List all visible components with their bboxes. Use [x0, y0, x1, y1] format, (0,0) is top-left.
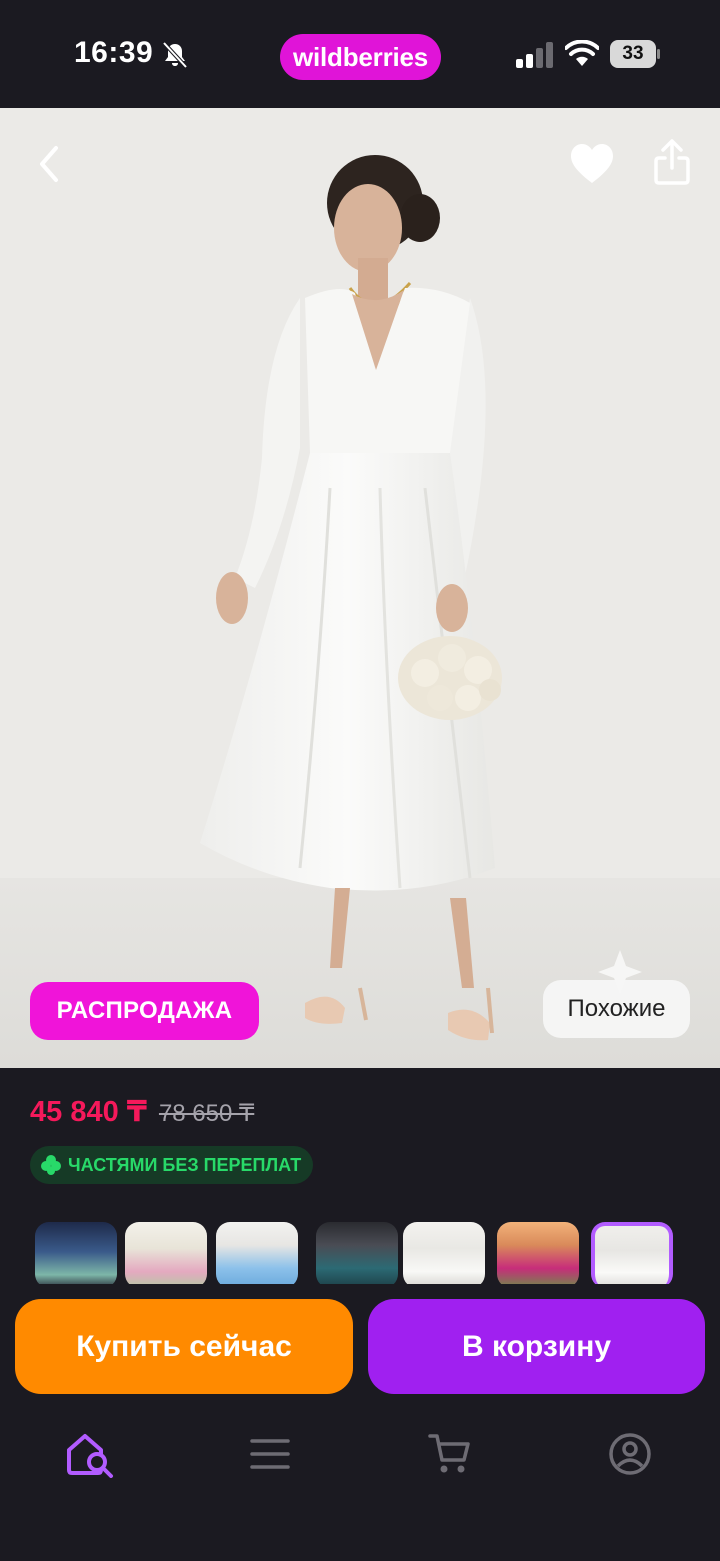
- thumbnail[interactable]: [35, 1222, 117, 1284]
- nav-catalog[interactable]: [240, 1428, 300, 1480]
- bell-slash-icon: [162, 41, 188, 69]
- nav-profile[interactable]: [600, 1428, 660, 1480]
- sale-badge: РАСПРОДАЖА: [30, 982, 259, 1040]
- status-bar: 16:39 wildberries 33: [0, 0, 720, 108]
- current-price: 45 840 ₸: [30, 1096, 147, 1128]
- thumbnail[interactable]: [497, 1222, 579, 1284]
- nav-cart[interactable]: [420, 1428, 480, 1480]
- signal-icon: [516, 42, 553, 68]
- share-button[interactable]: [650, 136, 694, 188]
- battery-icon: 33: [610, 40, 660, 68]
- back-chevron-icon: [40, 146, 58, 182]
- add-to-cart-button[interactable]: В корзину: [368, 1299, 705, 1394]
- thumbnail[interactable]: [216, 1222, 298, 1284]
- profile-icon: [609, 1433, 651, 1475]
- buy-now-button[interactable]: Купить сейчас: [15, 1299, 353, 1394]
- heart-icon: [571, 144, 613, 183]
- thumbnail-active[interactable]: [591, 1222, 673, 1284]
- brand-logo: wildberries: [280, 34, 441, 80]
- thumbnail[interactable]: [316, 1222, 398, 1284]
- share-icon: [654, 139, 690, 185]
- status-time: 16:39: [74, 36, 154, 69]
- thumbnail[interactable]: [125, 1222, 207, 1284]
- installments-badge[interactable]: ЧАСТЯМИ БЕЗ ПЕРЕПЛАТ: [30, 1146, 314, 1184]
- home-search-icon: [67, 1434, 113, 1478]
- back-button[interactable]: [26, 138, 70, 190]
- nav-home[interactable]: [60, 1428, 120, 1480]
- price-row: 45 840 ₸ 78 650 ₸: [30, 1094, 254, 1134]
- thumbnail-strip[interactable]: [35, 1222, 685, 1284]
- product-photo-dress: [0, 108, 720, 1068]
- thumbnail[interactable]: [403, 1222, 485, 1284]
- old-price: 78 650 ₸: [158, 1100, 255, 1127]
- product-image[interactable]: РАСПРОДАЖА Похожие: [0, 108, 720, 1068]
- battery-level: 33: [610, 40, 656, 68]
- clover-icon: [41, 1155, 61, 1175]
- similar-button[interactable]: Похожие: [543, 980, 690, 1038]
- wifi-icon: [565, 40, 599, 66]
- cart-icon: [428, 1434, 470, 1473]
- installments-label: ЧАСТЯМИ БЕЗ ПЕРЕПЛАТ: [68, 1154, 302, 1175]
- menu-icon: [250, 1439, 290, 1469]
- favorite-button[interactable]: [568, 140, 616, 188]
